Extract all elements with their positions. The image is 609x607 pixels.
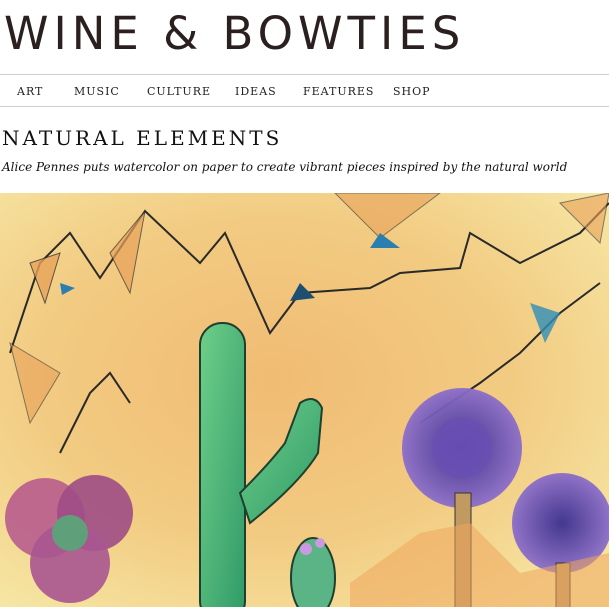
site-logo[interactable]: WINE & BOWTIES [4, 2, 465, 66]
watercolor-painting [0, 193, 609, 607]
article-subtitle: Alice Pennes puts watercolor on paper to… [2, 160, 568, 174]
main-nav: ART MUSIC CULTURE IDEAS FEATURES SHOP [0, 74, 609, 107]
nav-item-art[interactable]: ART [17, 85, 43, 98]
nav-item-culture[interactable]: CULTURE [147, 85, 211, 98]
article-title: NATURAL ELEMENTS [2, 126, 283, 150]
nav-item-ideas[interactable]: IDEAS [235, 85, 277, 98]
nav-item-shop[interactable]: SHOP [393, 85, 431, 98]
nav-item-features[interactable]: FEATURES [303, 85, 374, 98]
nav-item-music[interactable]: MUSIC [74, 85, 120, 98]
masthead: WINE & BOWTIES [0, 0, 609, 74]
hero-artwork [0, 193, 609, 607]
